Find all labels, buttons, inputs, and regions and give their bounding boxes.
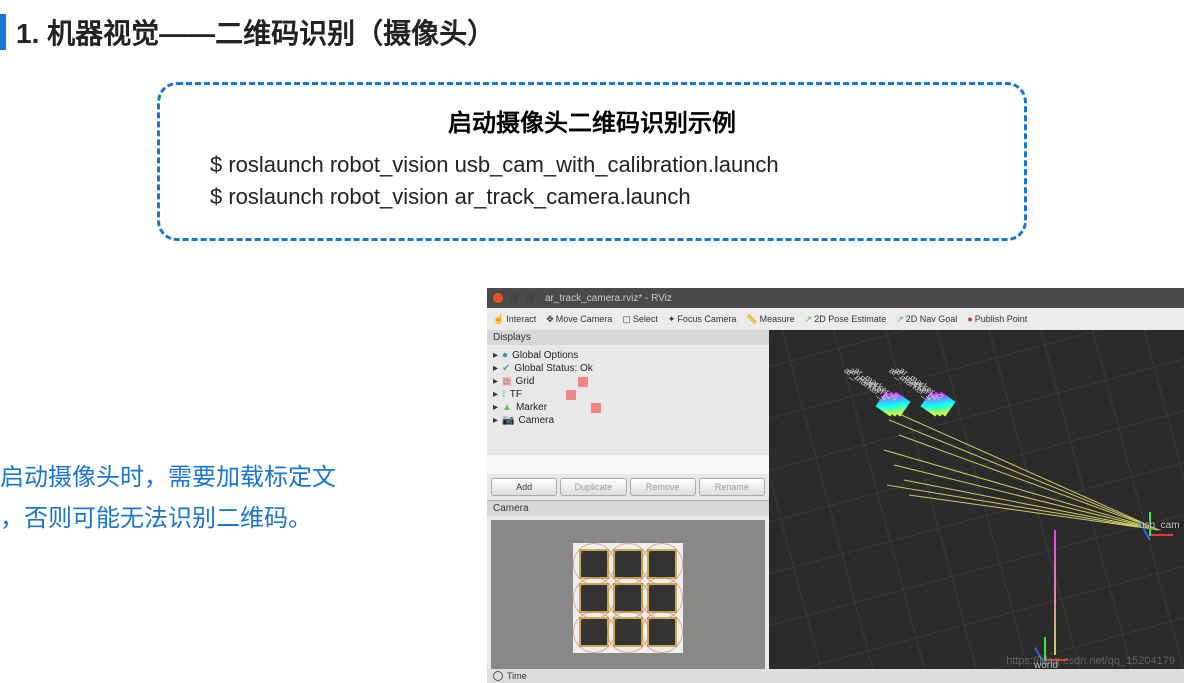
interact-icon: ☝ <box>493 314 504 325</box>
rviz-titlebar: ar_track_camera.rviz* - RViz <box>487 288 1184 308</box>
rviz-body: Displays ▸●Global Options ▸✔Global Statu… <box>487 330 1184 670</box>
command-2: $ roslaunch robot_vision ar_track_camera… <box>210 184 984 210</box>
display-global-status[interactable]: ▸✔Global Status: Ok <box>493 362 763 375</box>
rviz-time-bar: Time <box>487 669 1184 683</box>
watermark: https://blog.csdn.net/qq_15204179 <box>1006 655 1175 667</box>
tool-move-camera[interactable]: ✥Move Camera <box>546 314 612 325</box>
ar-markers: ar_marker_6 ar_marker_0 ar_marker_7 ar_m… <box>829 395 969 515</box>
camera-panel: Camera <box>487 500 769 670</box>
pose-icon: ↗ <box>805 314 813 325</box>
qr-tag <box>613 549 643 579</box>
close-icon[interactable] <box>493 293 503 303</box>
tool-nav[interactable]: ↗2D Nav Goal <box>896 314 957 325</box>
qr-tag <box>647 583 677 613</box>
slide-title: 1. 机器视觉——二维码识别（摄像头） <box>16 12 495 52</box>
calibration-note: 启动摄像头时，需要加载标定文 ，否则可能无法识别二维码。 <box>0 458 336 540</box>
rviz-3d-view[interactable]: ar_marker_6 ar_marker_0 ar_marker_7 ar_m… <box>769 330 1184 670</box>
duplicate-button[interactable]: Duplicate <box>560 478 626 496</box>
remove-button[interactable]: Remove <box>630 478 696 496</box>
usb-cam-label: usb_cam <box>1139 520 1180 531</box>
camera-image-view[interactable] <box>491 520 765 675</box>
slide-header: 1. 机器视觉——二维码识别（摄像头） <box>0 0 1184 52</box>
tool-pose[interactable]: ↗2D Pose Estimate <box>805 314 887 325</box>
clock-icon <box>493 671 503 681</box>
nav-icon: ↗ <box>896 314 904 325</box>
camera-panel-header: Camera <box>487 501 769 516</box>
qr-tag <box>579 549 609 579</box>
command-1: $ roslaunch robot_vision usb_cam_with_ca… <box>210 152 984 178</box>
tool-measure[interactable]: 📏Measure <box>746 314 794 325</box>
example-title: 启动摄像头二维码识别示例 <box>200 103 984 138</box>
rviz-left-panel: Displays ▸●Global Options ▸✔Global Statu… <box>487 330 769 670</box>
rviz-window-title: ar_track_camera.rviz* - RViz <box>545 293 672 304</box>
tool-focus[interactable]: ✦Focus Camera <box>668 314 737 325</box>
display-marker[interactable]: ▸▲Marker <box>493 401 763 414</box>
displays-properties <box>487 455 769 474</box>
minimize-icon[interactable] <box>509 293 519 303</box>
note-line-2: ，否则可能无法识别二维码。 <box>0 505 312 532</box>
focus-icon: ✦ <box>668 314 676 325</box>
qr-tag <box>647 617 677 647</box>
display-grid[interactable]: ▸▦Grid <box>493 375 763 388</box>
tool-select[interactable]: ▢Select <box>622 314 658 325</box>
rename-button[interactable]: Rename <box>699 478 765 496</box>
example-box: 启动摄像头二维码识别示例 $ roslaunch robot_vision us… <box>157 82 1027 241</box>
add-button[interactable]: Add <box>491 478 557 496</box>
rviz-window: ar_track_camera.rviz* - RViz ☝Interact ✥… <box>487 288 1184 683</box>
qr-tag <box>579 617 609 647</box>
tool-interact[interactable]: ☝Interact <box>493 314 536 325</box>
qr-board <box>573 543 683 653</box>
tf-vertical-line <box>1054 530 1056 655</box>
move-icon: ✥ <box>546 314 554 325</box>
qr-tag <box>613 583 643 613</box>
rviz-toolbar: ☝Interact ✥Move Camera ▢Select ✦Focus Ca… <box>487 308 1184 330</box>
qr-tag <box>647 549 677 579</box>
header-accent-bar <box>0 14 6 50</box>
select-icon: ▢ <box>622 314 631 325</box>
displays-header: Displays <box>487 330 769 345</box>
note-line-1: 启动摄像头时，需要加载标定文 <box>0 464 336 491</box>
time-label: Time <box>507 671 527 681</box>
measure-icon: 📏 <box>746 314 757 325</box>
display-tf[interactable]: ▸⟟TF <box>493 388 763 401</box>
qr-tag <box>613 617 643 647</box>
maximize-icon[interactable] <box>525 293 535 303</box>
tool-publish[interactable]: ●Publish Point <box>967 314 1027 324</box>
displays-tree[interactable]: ▸●Global Options ▸✔Global Status: Ok ▸▦G… <box>487 345 769 455</box>
qr-tag <box>579 583 609 613</box>
displays-buttons: Add Duplicate Remove Rename <box>487 474 769 500</box>
display-camera[interactable]: ▸📷Camera <box>493 414 763 427</box>
display-global-options[interactable]: ▸●Global Options <box>493 349 763 362</box>
publish-icon: ● <box>967 314 972 324</box>
